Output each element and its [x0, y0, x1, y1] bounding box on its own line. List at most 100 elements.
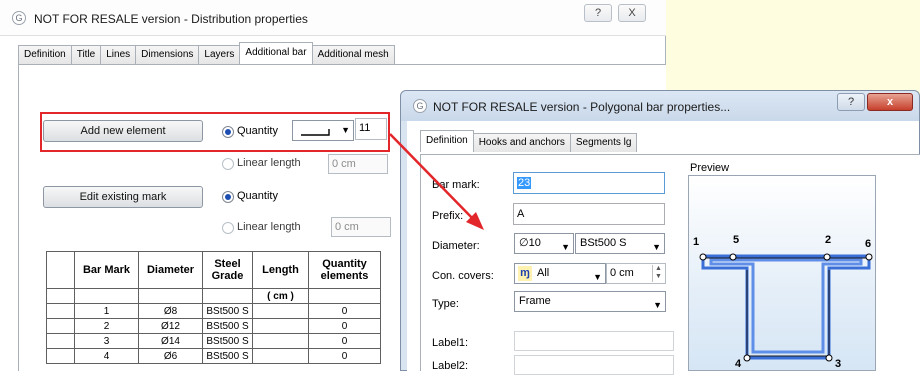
tab-layers[interactable]: Layers	[198, 45, 241, 64]
table-row[interactable]: 3 Ø14 BSt500 S 0	[46, 333, 381, 349]
table-header-quantity[interactable]: Quantity elements	[308, 251, 381, 289]
close-button[interactable]: X	[618, 4, 646, 22]
type-label: Type:	[432, 298, 459, 310]
table-header-length[interactable]: Length	[252, 251, 309, 289]
tab-definition-2[interactable]: Definition	[420, 130, 474, 152]
dialog2-titlebar[interactable]: G NOT FOR RESALE version - Polygonal bar…	[401, 91, 919, 121]
tab-title[interactable]: Title	[70, 45, 102, 64]
preview-label: Preview	[690, 162, 730, 174]
tab-lines[interactable]: Lines	[100, 45, 137, 64]
prefix-input[interactable]: A	[513, 203, 665, 225]
diameter-cell[interactable]: Ø14	[138, 333, 203, 349]
spinner-icon[interactable]: ▲ ▼	[652, 265, 664, 282]
length-unit-cell: ( cm )	[252, 288, 309, 304]
preview-point-label: 2	[825, 234, 832, 246]
steel-grade-dropdown[interactable]: BSt500 S ▼	[575, 233, 665, 254]
preview-point-label: 6	[865, 238, 872, 250]
row-selector[interactable]	[46, 348, 75, 364]
label2-input[interactable]	[514, 355, 674, 375]
preview-panel: 1 5 2 6 4 3	[688, 175, 876, 371]
table-cell	[138, 288, 203, 304]
linear-length2-label: Linear length	[237, 221, 301, 233]
label1-input[interactable]	[514, 331, 674, 351]
length-cell[interactable]	[252, 303, 309, 319]
chevron-down-icon: ▼	[561, 242, 570, 252]
tab-segments-lg[interactable]: Segments lg	[569, 133, 638, 152]
dialog-titlebar[interactable]: G NOT FOR RESALE version - Distribution …	[0, 0, 666, 36]
table-row[interactable]: 4 Ø6 BSt500 S 0	[46, 348, 381, 364]
tab-additional-bar[interactable]: Additional bar	[239, 42, 313, 64]
help-button[interactable]: ?	[584, 4, 612, 22]
bar-shape-preview	[699, 253, 873, 362]
quantity2-radio[interactable]	[222, 191, 234, 203]
diameter-dropdown[interactable]: ∅10 ▼	[514, 233, 574, 254]
dialog2-title: NOT FOR RESALE version - Polygonal bar p…	[433, 100, 731, 114]
help-button[interactable]: ?	[837, 93, 865, 111]
tab-definition[interactable]: Definition	[18, 45, 72, 64]
linear-length2-radio[interactable]	[222, 222, 234, 234]
table-row[interactable]: 2 Ø12 BSt500 S 0	[46, 318, 381, 334]
linear-length-radio[interactable]	[222, 158, 234, 170]
row-selector[interactable]	[46, 318, 75, 334]
linear-length-label: Linear length	[237, 157, 301, 169]
linear-length2-input[interactable]: 0 cm	[331, 217, 391, 237]
bar-mark-cell[interactable]: 3	[74, 333, 139, 349]
steel-grade-cell[interactable]: BSt500 S	[202, 333, 253, 349]
length-cell[interactable]	[252, 348, 309, 364]
type-dropdown[interactable]: Frame ▼	[514, 291, 666, 312]
table-units-row: ( cm )	[46, 288, 381, 304]
row-selector[interactable]	[46, 303, 75, 319]
diameter-cell[interactable]: Ø6	[138, 348, 203, 364]
tab-strip: Definition Title Lines Dimensions Layers…	[18, 42, 395, 64]
prefix-label: Prefix:	[432, 210, 464, 222]
tab-strip-2: Definition Hooks and anchors Segments lg	[420, 130, 638, 152]
linear-length-input[interactable]: 0 cm	[328, 154, 388, 174]
quantity-cell[interactable]: 0	[308, 348, 381, 364]
type-value: Frame	[519, 295, 551, 307]
table-header-diameter[interactable]: Diameter	[138, 251, 203, 289]
con-covers-dropdown[interactable]: ɱ All ▼	[514, 263, 606, 284]
table-cell	[74, 288, 139, 304]
label2-label: Label2:	[432, 360, 469, 372]
close-button[interactable]: x	[867, 93, 913, 111]
steel-grade-cell[interactable]: BSt500 S	[202, 318, 253, 334]
preview-point-label: 3	[835, 358, 842, 370]
row-selector[interactable]	[46, 333, 75, 349]
covers-icon: ɱ	[518, 266, 532, 281]
diameter-value: ∅10	[519, 237, 541, 249]
length-cell[interactable]	[252, 318, 309, 334]
table-header-bar-mark[interactable]: Bar Mark	[74, 251, 139, 289]
table-cell	[46, 288, 75, 304]
table-header-steel-grade[interactable]: Steel Grade	[202, 251, 253, 289]
bar-mark-cell[interactable]: 4	[74, 348, 139, 364]
bar-mark-label: Bar mark:	[432, 179, 480, 191]
steel-grade-cell[interactable]: BSt500 S	[202, 303, 253, 319]
table-cell	[308, 288, 381, 304]
quantity2-label: Quantity	[237, 190, 278, 202]
tab-dimensions[interactable]: Dimensions	[135, 45, 200, 64]
quantity-cell[interactable]: 0	[308, 303, 381, 319]
steel-grade-cell[interactable]: BSt500 S	[202, 348, 253, 364]
bar-table: Bar Mark Diameter Steel Grade Length Qua…	[46, 251, 381, 364]
tab-additional-mesh[interactable]: Additional mesh	[311, 45, 395, 64]
bar-mark-cell[interactable]: 2	[74, 318, 139, 334]
con-covers-value: All	[537, 267, 550, 279]
tab-hooks-and-anchors[interactable]: Hooks and anchors	[472, 133, 571, 152]
preview-point-label: 4	[735, 358, 742, 370]
chevron-down-icon: ▼	[653, 300, 662, 310]
length-cell[interactable]	[252, 333, 309, 349]
diameter-cell[interactable]: Ø12	[138, 318, 203, 334]
bar-mark-cell[interactable]: 1	[74, 303, 139, 319]
preview-point-label: 5	[733, 234, 740, 246]
bar-mark-input[interactable]: 23	[513, 172, 665, 194]
table-header-selector	[46, 251, 75, 289]
quantity-cell[interactable]: 0	[308, 318, 381, 334]
diameter-cell[interactable]: Ø8	[138, 303, 203, 319]
edit-existing-mark-button[interactable]: Edit existing mark	[43, 186, 203, 208]
bar-mark-value: 23	[517, 177, 532, 189]
table-row[interactable]: 1 Ø8 BSt500 S 0	[46, 303, 381, 319]
label1-label: Label1:	[432, 337, 469, 349]
dialog-title: NOT FOR RESALE version - Distribution pr…	[34, 12, 308, 26]
quantity-cell[interactable]: 0	[308, 333, 381, 349]
preview-point-label: 1	[693, 236, 700, 248]
